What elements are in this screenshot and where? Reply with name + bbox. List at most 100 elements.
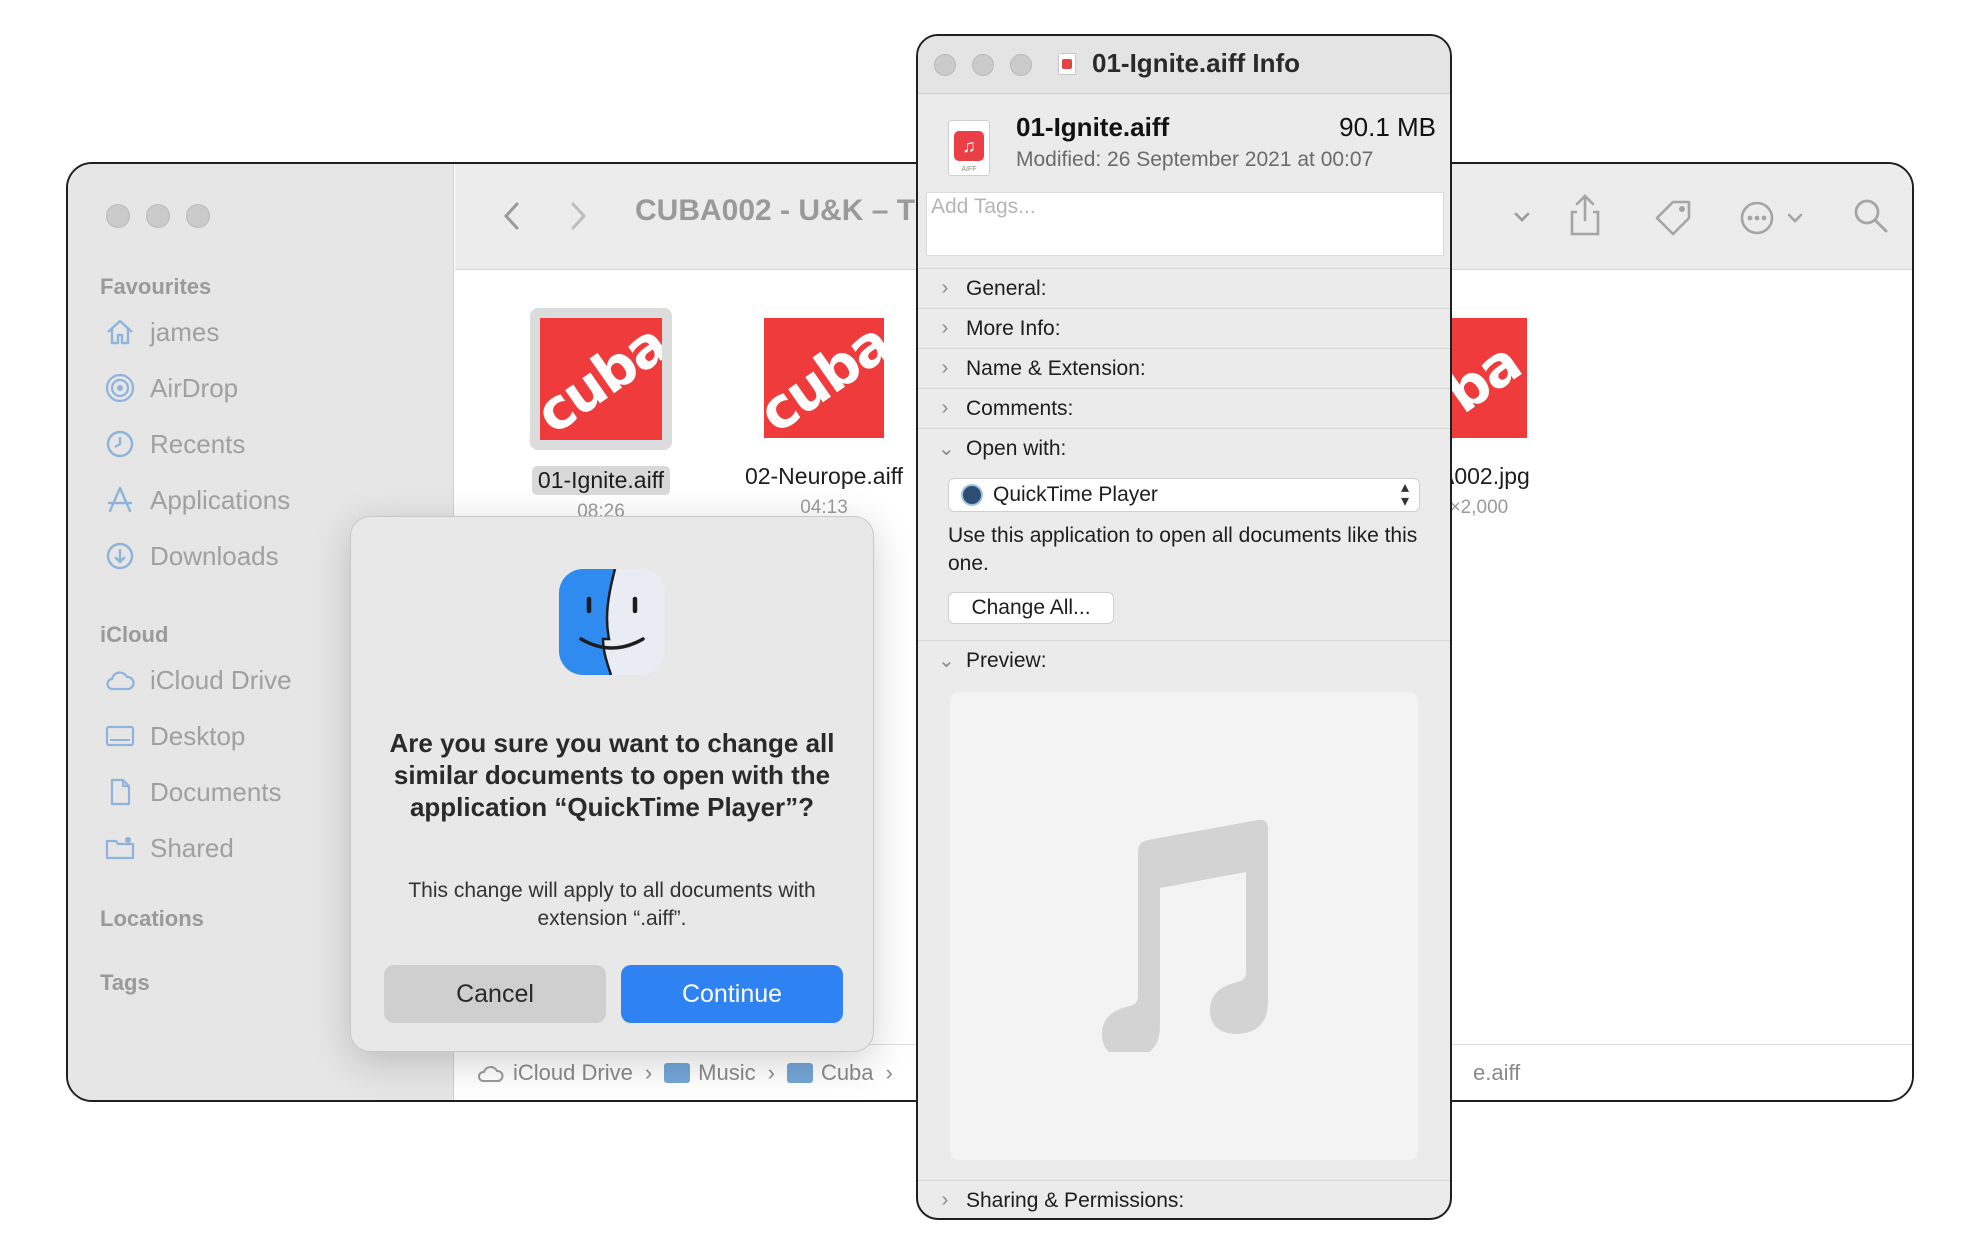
change-all-button[interactable]: Change All... (948, 592, 1114, 624)
folder-icon (664, 1062, 691, 1083)
house-icon (107, 319, 133, 345)
chevron-right-icon: › (941, 357, 949, 379)
minimize-button[interactable] (972, 54, 994, 76)
album-art-thumbnail: cuba (764, 318, 884, 438)
chevron-down-icon (1514, 212, 1530, 222)
file-item[interactable]: cuba 02-Neurope.aiff 04:13 (724, 318, 924, 519)
sidebar-item-icloud-drive[interactable]: iCloud Drive (104, 664, 292, 696)
file-extension-label: AIFF (961, 166, 977, 173)
action-menu-button[interactable] (1739, 200, 1809, 236)
open-with-description: Use this application to open all documen… (948, 524, 1418, 575)
section-sharing-permissions[interactable]: › Sharing & Permissions: (918, 1180, 1450, 1218)
folder-icon (786, 1062, 813, 1083)
section-name-extension[interactable]: › Name & Extension: (918, 348, 1450, 388)
chevron-right-icon: › (941, 1189, 949, 1211)
open-with-popup[interactable]: QuickTime Player ▴ ▾ (948, 478, 1420, 512)
file-dimensions: 0×2,000 (1439, 497, 1509, 518)
open-with-app-label: QuickTime Player (993, 483, 1158, 506)
sidebar-item-desktop[interactable]: Desktop (104, 720, 245, 752)
sidebar-item-james[interactable]: james (104, 316, 219, 348)
forward-button[interactable] (567, 198, 589, 234)
section-preview[interactable]: ⌄ Preview: (918, 640, 1450, 680)
section-general[interactable]: › General: (918, 268, 1450, 308)
section-label: Name & Extension: (966, 356, 1146, 380)
desktop-icon (105, 725, 135, 747)
section-comments[interactable]: › Comments: (918, 388, 1450, 428)
ellipsis-circle-icon (1740, 201, 1803, 235)
path-separator: › (767, 1059, 775, 1085)
path-separator: › (885, 1059, 893, 1085)
path-item-music[interactable]: Music (664, 1059, 756, 1086)
sidebar-section-locations: Locations (100, 906, 204, 931)
aiff-file-icon: ♫ AIFF (948, 120, 990, 176)
file-item[interactable]: cuba 01-Ignite.aiff 08:26 (501, 308, 701, 523)
minimize-button[interactable] (146, 204, 170, 228)
sidebar-item-label: Shared (150, 832, 234, 863)
chevron-right-icon: › (941, 397, 949, 419)
cloud-icon (477, 1065, 504, 1082)
album-art-thumbnail: ba (1439, 318, 1527, 438)
file-name[interactable]: A002.jpg (1439, 462, 1536, 491)
search-icon (1854, 199, 1888, 233)
applications-icon (107, 486, 133, 513)
chevron-down-icon: ⌄ (938, 650, 955, 672)
section-label: Open with: (966, 436, 1067, 460)
chevron-left-icon (503, 202, 519, 230)
airdrop-icon (105, 373, 135, 403)
section-label: General: (966, 276, 1047, 300)
path-item-label: Music (698, 1059, 756, 1085)
quicktime-icon (961, 484, 983, 506)
share-button[interactable] (1567, 192, 1603, 238)
sidebar-item-documents[interactable]: Documents (104, 776, 282, 808)
preview-area (950, 692, 1418, 1160)
sidebar-item-label: iCloud Drive (150, 664, 292, 695)
confirm-change-all-dialog: Are you sure you want to change all simi… (350, 516, 874, 1052)
sidebar-item-airdrop[interactable]: AirDrop (104, 372, 238, 404)
info-file-name: 01-Ignite.aiff (1016, 112, 1170, 142)
path-item-file[interactable]: e.aiff (1473, 1060, 1520, 1086)
path-item-label: iCloud Drive (513, 1059, 633, 1085)
file-name[interactable]: 01-Ignite.aiff (531, 466, 671, 495)
path-item-label: Cuba (820, 1059, 874, 1085)
sidebar-item-shared[interactable]: Shared (104, 832, 234, 864)
shared-folder-icon (105, 837, 135, 860)
sidebar-item-label: Documents (150, 776, 282, 807)
cancel-button[interactable]: Cancel (384, 965, 606, 1023)
view-options-chevron[interactable] (1511, 206, 1533, 228)
dialog-title: Are you sure you want to change all simi… (389, 728, 835, 822)
back-button[interactable] (501, 198, 523, 234)
album-art-thumbnail: cuba (540, 318, 662, 440)
sidebar-section-favourites: Favourites (100, 274, 212, 299)
zoom-button[interactable] (186, 204, 210, 228)
info-modified-date: Modified: 26 September 2021 at 00:07 (1016, 148, 1374, 171)
tag-button[interactable] (1653, 198, 1697, 238)
sidebar-item-applications[interactable]: Applications (104, 484, 290, 516)
section-open-with[interactable]: ⌄ Open with: (918, 428, 1450, 468)
zoom-button[interactable] (1010, 54, 1032, 76)
chevron-down-icon: ⌄ (938, 438, 955, 460)
document-icon (110, 778, 131, 806)
chevron-right-icon: › (941, 317, 949, 339)
file-name[interactable]: 02-Neurope.aiff (739, 462, 909, 491)
continue-button[interactable]: Continue (621, 965, 843, 1023)
close-button[interactable] (934, 54, 956, 76)
get-info-window: 01-Ignite.aiff Info ♫ AIFF 01-Ignite.aif… (916, 34, 1452, 1220)
path-item-cuba[interactable]: Cuba (786, 1059, 874, 1086)
dialog-message: This change will apply to all documents … (408, 879, 816, 930)
search-button[interactable] (1851, 196, 1891, 236)
sidebar-item-downloads[interactable]: Downloads (104, 540, 279, 572)
sidebar-item-label: Desktop (150, 720, 246, 751)
section-more-info[interactable]: › More Info: (918, 308, 1450, 348)
file-item[interactable]: ba A002.jpg 0×2,000 (1439, 318, 1589, 519)
close-button[interactable] (106, 204, 130, 228)
file-thumbnail-selected[interactable]: cuba (530, 308, 672, 450)
sidebar-item-label: james (150, 316, 220, 347)
tags-input[interactable]: Add Tags... (926, 192, 1444, 256)
section-label: Preview: (966, 648, 1047, 672)
path-item-icloud-drive[interactable]: iCloud Drive (477, 1060, 633, 1086)
section-label: Sharing & Permissions: (966, 1188, 1185, 1212)
chevron-right-icon: › (941, 277, 949, 299)
sidebar-section-tags: Tags (100, 970, 150, 995)
sidebar-item-recents[interactable]: Recents (104, 428, 245, 460)
popup-arrows-icon: ▴ ▾ (1400, 479, 1409, 510)
